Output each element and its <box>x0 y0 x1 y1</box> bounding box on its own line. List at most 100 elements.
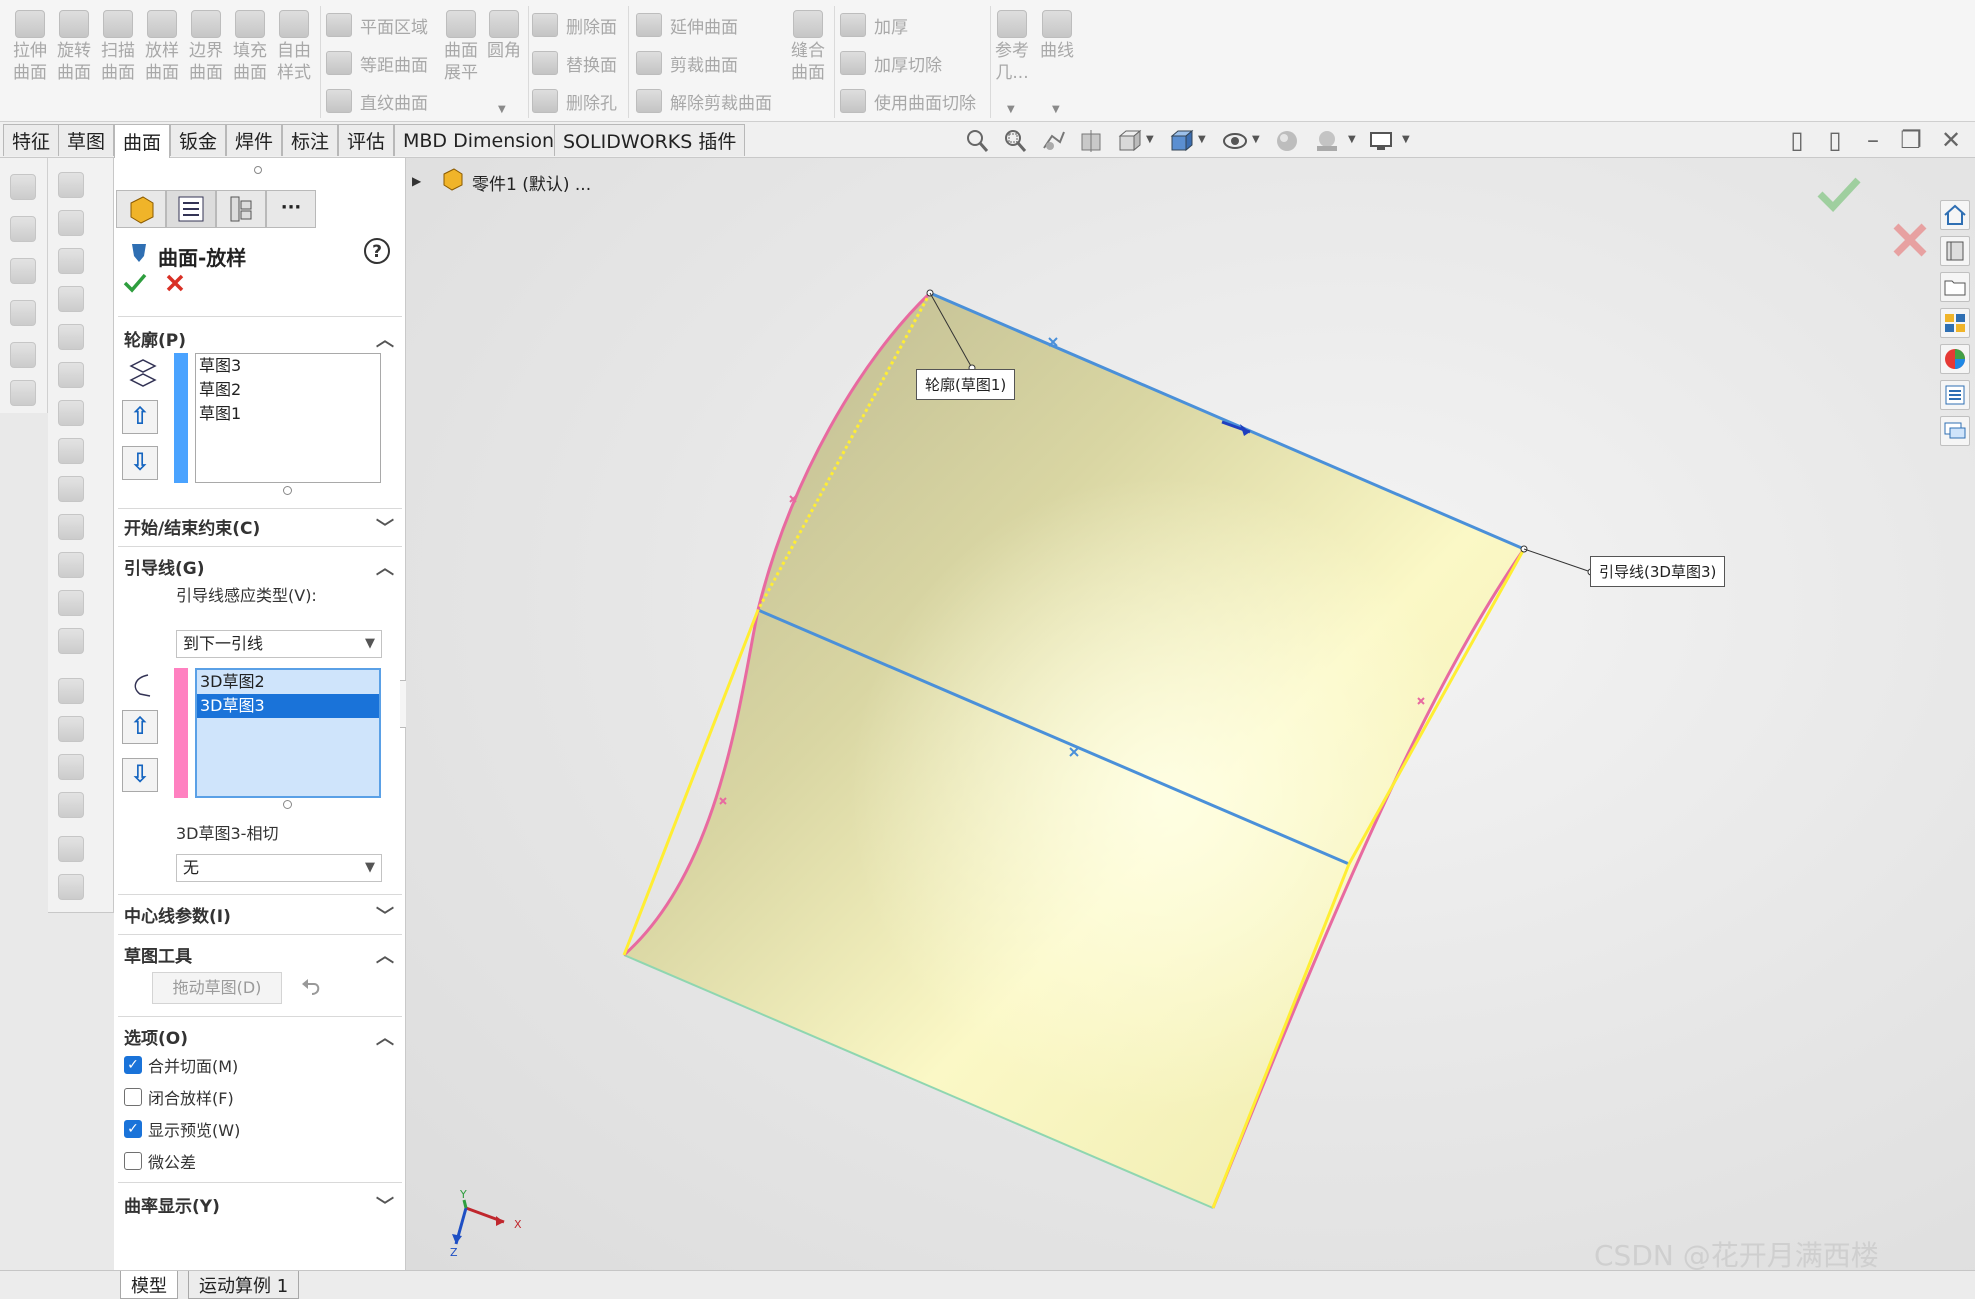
drag-sketch-button[interactable]: 拖动草图(D) <box>152 972 282 1004</box>
show-preview-checkbox[interactable]: ✓ 显示预览(W) <box>124 1118 240 1140</box>
restore-icon[interactable]: ❐ <box>1896 128 1926 154</box>
undo-sketch-drag-icon[interactable] <box>300 976 324 998</box>
surface-flatten-button[interactable]: 曲面 展平 <box>440 10 482 84</box>
fill-icon[interactable] <box>58 362 84 388</box>
forum-icon[interactable] <box>1940 416 1970 446</box>
extrude-icon[interactable] <box>58 172 84 198</box>
file-explorer-icon[interactable] <box>1940 272 1970 302</box>
reference-geometry-dropdown-caret[interactable]: ▼ <box>1007 104 1015 115</box>
hide-show-items-caret[interactable]: ▼ <box>1252 134 1260 145</box>
resize-handle[interactable] <box>283 800 292 809</box>
close-icon[interactable]: ✕ <box>1936 128 1966 154</box>
profiles-list-box[interactable]: 草图3 草图2 草图1 <box>195 353 381 483</box>
collapse-chevron-icon[interactable]: ︿ <box>376 1024 394 1050</box>
fillet-button[interactable]: 圆角 <box>483 10 525 62</box>
sketch-curve-icon[interactable] <box>10 258 36 284</box>
close-loft-checkbox[interactable]: 闭合放样(F) <box>124 1086 234 1108</box>
extend-icon[interactable] <box>58 678 84 704</box>
tab-motion-study-1[interactable]: 运动算例 1 <box>188 1271 300 1299</box>
tab-solidworks-addins[interactable]: SOLIDWORKS 插件 <box>554 124 746 156</box>
custom-properties-icon[interactable] <box>1940 380 1970 410</box>
swept-surface-button[interactable]: 扫描 曲面 <box>97 10 139 84</box>
thickened-cut-button[interactable]: 加厚切除 <box>840 46 942 80</box>
knit-icon[interactable] <box>58 628 84 654</box>
delete-hole-button[interactable]: 删除孔 <box>532 84 617 118</box>
planar-surface-button[interactable]: 平面区域 <box>326 8 428 42</box>
lofted-surface-button[interactable]: 放样 曲面 <box>141 10 183 84</box>
view-settings-caret[interactable]: ▼ <box>1402 134 1410 145</box>
knit-surface-button[interactable]: 缝合 曲面 <box>787 10 829 84</box>
zoom-to-area-icon[interactable] <box>1002 128 1028 154</box>
centerline-params-header[interactable]: 中心线参数(I) ﹀ <box>124 902 400 927</box>
expand-chevron-icon[interactable]: ﹀ <box>376 902 394 928</box>
cube-icon[interactable] <box>10 342 36 368</box>
tab-model[interactable]: 模型 <box>120 1271 178 1299</box>
thicken-icon[interactable] <box>58 792 84 818</box>
display-style-caret[interactable]: ▼ <box>1198 134 1206 145</box>
replace-face-icon[interactable] <box>58 590 84 616</box>
curvature-display-header[interactable]: 曲率显示(Y) ﹀ <box>124 1192 400 1217</box>
display-style-icon[interactable] <box>1168 128 1194 154</box>
view-palette-icon[interactable] <box>1940 308 1970 338</box>
configuration-manager-tab[interactable] <box>216 190 266 228</box>
ruled-surface-button[interactable]: 直纹曲面 <box>326 84 428 118</box>
zoom-to-fit-icon[interactable] <box>964 128 990 154</box>
feature-manager-tab[interactable] <box>116 190 166 228</box>
tab-sketch[interactable]: 草图 <box>58 124 115 156</box>
untrim-icon[interactable] <box>58 754 84 780</box>
coil-icon[interactable] <box>10 380 36 406</box>
move-up-button[interactable]: ⇧ <box>122 400 158 434</box>
move-down-button[interactable]: ⇩ <box>122 446 158 480</box>
cancel-x-icon[interactable] <box>164 272 186 294</box>
list-item-selected[interactable]: 3D草图3 <box>197 694 379 718</box>
property-manager-tab[interactable] <box>166 190 216 228</box>
list-item[interactable]: 草图2 <box>196 378 380 402</box>
curve-icon[interactable] <box>58 874 84 900</box>
loft-surface-preview[interactable] <box>406 158 1975 1270</box>
merge-tangent-faces-checkbox[interactable]: ✓ 合并切面(M) <box>124 1054 238 1076</box>
profiles-section-header[interactable]: 轮廓(P) ︿ <box>124 326 400 351</box>
loft-icon[interactable] <box>58 286 84 312</box>
guide-curves-header[interactable]: 引导线(G) ︿ <box>124 554 400 579</box>
list-item[interactable]: 草图3 <box>196 354 380 378</box>
delete-face-icon[interactable] <box>58 552 84 578</box>
help-icon[interactable]: ? <box>362 236 392 266</box>
cut-with-surface-button[interactable]: 使用曲面切除 <box>840 84 976 118</box>
tile-right-icon[interactable]: ▯ <box>1820 128 1850 154</box>
apply-scene-caret[interactable]: ▼ <box>1348 134 1356 145</box>
view-orientation-icon[interactable] <box>1116 128 1142 154</box>
guide-influence-select[interactable]: 到下一引线 ▼ <box>176 630 382 658</box>
profile-callout[interactable]: 轮廓(草图1) <box>916 369 1016 400</box>
planar-icon[interactable] <box>58 400 84 426</box>
ok-checkmark-icon[interactable] <box>122 270 148 296</box>
revolved-surface-button[interactable]: 旋转 曲面 <box>53 10 95 84</box>
tab-mbd-dimensions[interactable]: MBD Dimensions <box>394 124 573 156</box>
guide-callout[interactable]: 引导线(3D草图3) <box>1590 556 1726 587</box>
apply-scene-icon[interactable] <box>1314 128 1340 154</box>
start-end-constraints-header[interactable]: 开始/结束约束(C) ﹀ <box>124 514 400 539</box>
expand-chevron-icon[interactable]: ﹀ <box>376 514 394 540</box>
guide-curves-list[interactable]: 3D草图2 3D草图3 <box>195 668 381 798</box>
list-item[interactable]: 草图1 <box>196 402 380 426</box>
graphics-area[interactable]: ▶ 零件1 (默认) ... 轮廓(草图1) 引导线(3D草图3) X Z Y … <box>406 158 1975 1270</box>
view-settings-icon[interactable] <box>1368 128 1394 154</box>
previous-view-icon[interactable] <box>1040 128 1066 154</box>
sketch-tools-header[interactable]: 草图工具 ︿ <box>124 942 400 967</box>
options-header[interactable]: 选项(O) ︿ <box>124 1024 400 1049</box>
thicken-button[interactable]: 加厚 <box>840 8 908 42</box>
cylinder-icon[interactable] <box>10 216 36 242</box>
filled-surface-button[interactable]: 填充 曲面 <box>229 10 271 84</box>
box-icon[interactable] <box>10 174 36 200</box>
curves-dropdown-caret[interactable]: ▼ <box>1052 104 1060 115</box>
ruled-icon[interactable] <box>58 514 84 540</box>
hide-show-items-icon[interactable] <box>1222 128 1248 154</box>
edit-appearance-icon[interactable] <box>1274 128 1300 154</box>
tab-features[interactable]: 特征 <box>3 124 60 156</box>
extend-surface-button[interactable]: 延伸曲面 <box>636 8 738 42</box>
minimize-icon[interactable]: – <box>1858 128 1888 154</box>
offset-surface-button[interactable]: 等距曲面 <box>326 46 428 80</box>
boundary-icon[interactable] <box>58 324 84 350</box>
delete-face-button[interactable]: 删除面 <box>532 8 617 42</box>
revolve-icon[interactable] <box>58 210 84 236</box>
extruded-surface-button[interactable]: 拉伸 曲面 <box>9 10 51 84</box>
